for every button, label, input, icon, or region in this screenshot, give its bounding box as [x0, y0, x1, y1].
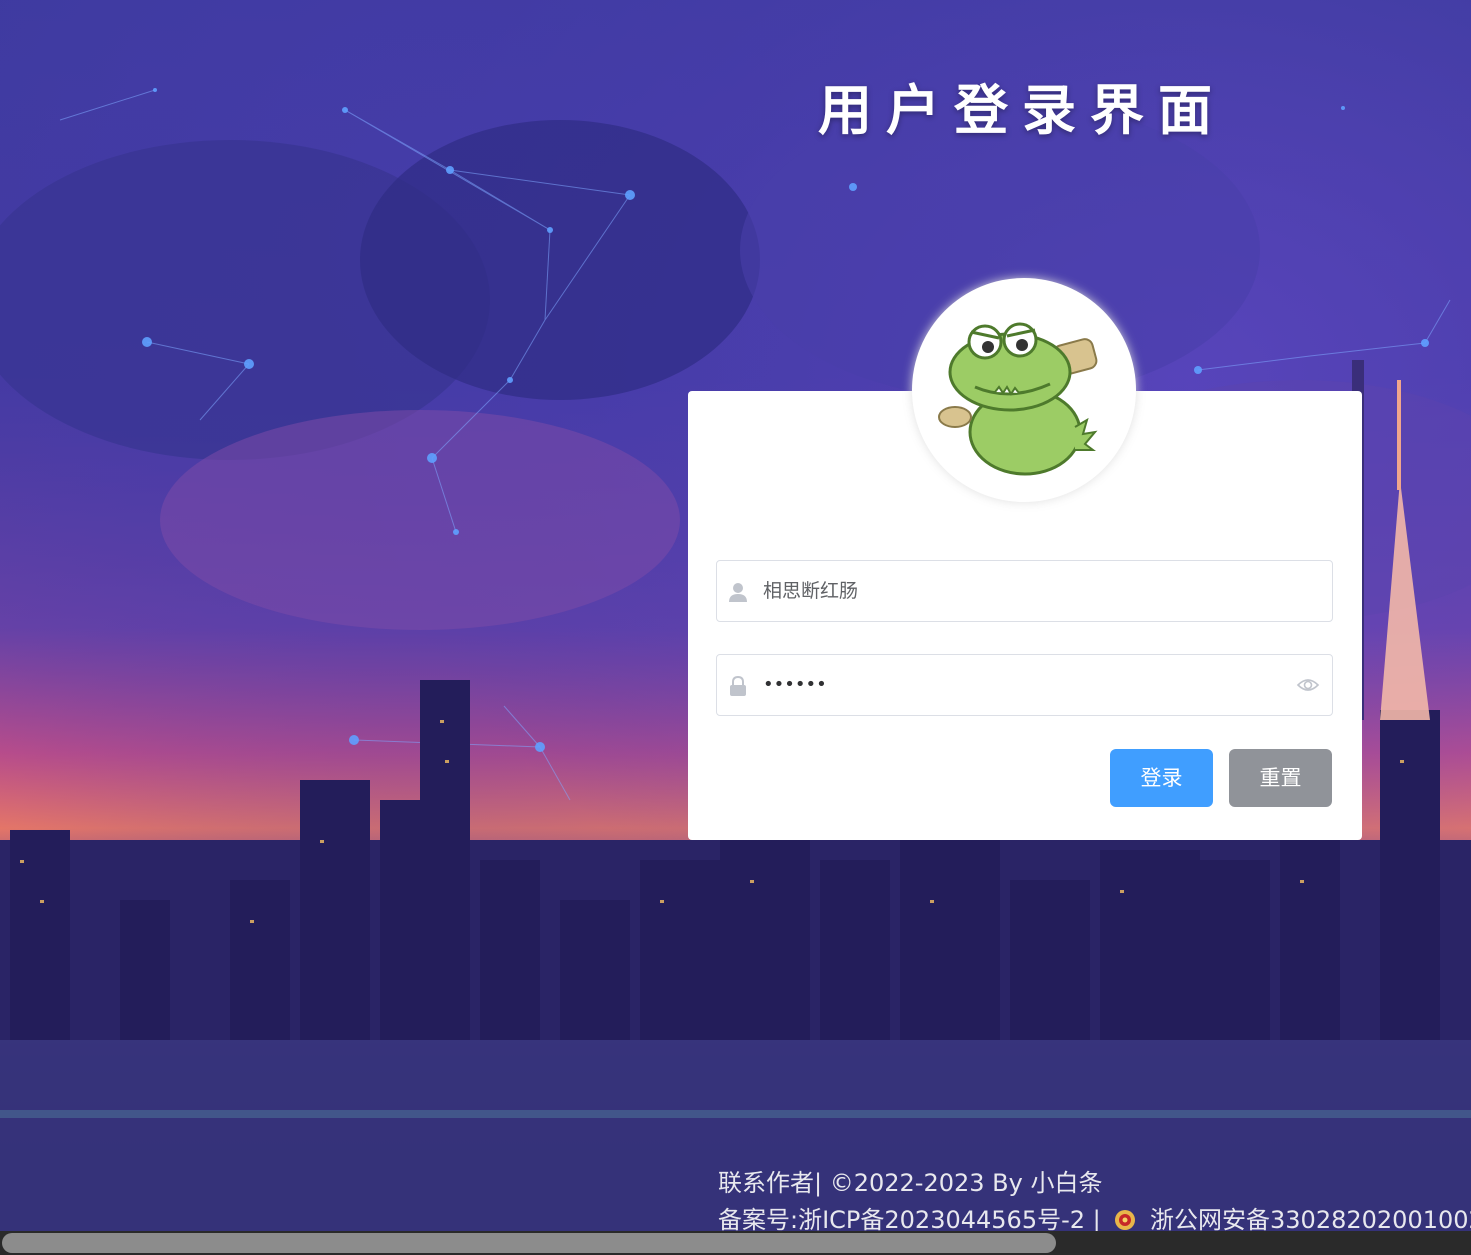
scrollbar-thumb[interactable]	[2, 1233, 1056, 1253]
lock-icon	[727, 675, 749, 697]
footer-records: 备案号:浙ICP备2023044565号-2 | 浙公网安备3302820200…	[718, 1200, 1471, 1235]
icp-record-link[interactable]: 备案号:浙ICP备2023044565号-2 |	[718, 1206, 1101, 1234]
user-icon	[727, 581, 749, 603]
police-record-link[interactable]: 浙公网安备33028202001002号	[1150, 1206, 1471, 1234]
crocodile-avatar-art	[925, 292, 1124, 489]
username-value: 相思断红肠	[763, 580, 859, 602]
login-button[interactable]: 登录	[1110, 749, 1213, 807]
username-field[interactable]: 相思断红肠	[716, 560, 1333, 622]
crocodile-avatar-icon	[925, 292, 1124, 489]
page-title: 用户登录界面	[818, 79, 1226, 142]
eye-icon[interactable]	[1284, 655, 1332, 715]
password-value: ••••••	[763, 674, 827, 695]
police-badge-icon	[1114, 1209, 1136, 1231]
footer-copyright: 联系作者| ©2022-2023 By 小白条	[718, 1169, 1103, 1197]
horizontal-scrollbar[interactable]	[0, 1231, 1471, 1255]
password-field[interactable]: ••••••	[716, 654, 1333, 716]
reset-button[interactable]: 重置	[1229, 749, 1332, 807]
